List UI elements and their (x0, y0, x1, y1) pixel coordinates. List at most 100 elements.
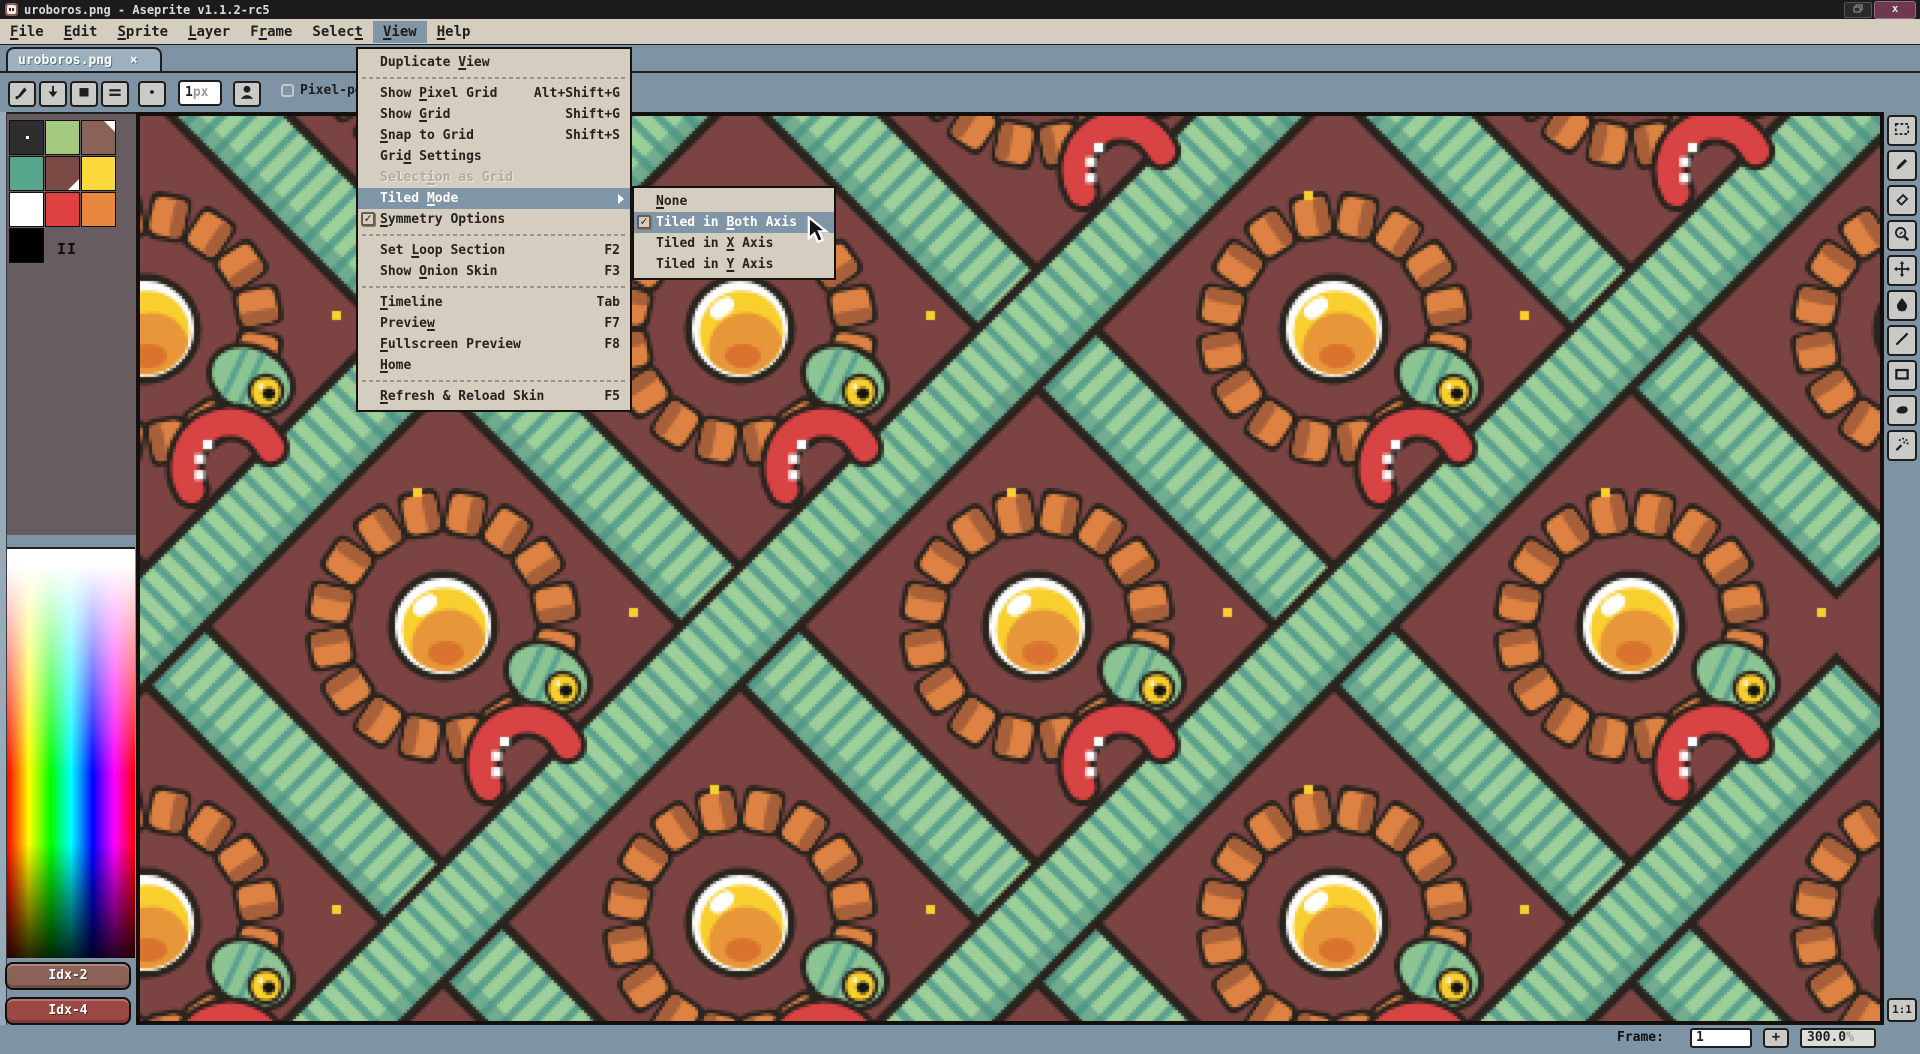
tab-uroboros[interactable]: uroboros.png × (6, 47, 162, 71)
menubar-item-select[interactable]: Select (302, 21, 373, 43)
status-bar: Frame: 1 + 300.0% (0, 1025, 1920, 1054)
pencil-tool-icon (1893, 155, 1911, 177)
view-menu-item-set-loop-section[interactable]: Set Loop SectionF2 (358, 240, 630, 261)
menu-separator (358, 376, 630, 386)
view-menu-item-preview[interactable]: PreviewF7 (358, 313, 630, 334)
pixel-perfect-option[interactable]: Pixel-pe (281, 83, 363, 98)
brush-lines-button[interactable] (101, 81, 129, 107)
checkmark-icon: ✓ (361, 212, 375, 226)
palette-swatch[interactable] (81, 120, 116, 155)
spray-tool-button[interactable] (1887, 430, 1917, 461)
palette-swatch[interactable] (45, 156, 80, 191)
menubar-item-layer[interactable]: Layer (178, 21, 240, 43)
frame-label: Frame: (1617, 1030, 1664, 1045)
rectangular-marquee-tool-button[interactable] (1887, 115, 1917, 146)
background-color-marker (68, 179, 79, 190)
palette-swatch[interactable] (45, 120, 80, 155)
tiled-mode-item-tiled-in-y-axis[interactable]: Tiled in Y Axis (634, 254, 834, 275)
contour-tool-button[interactable] (1887, 395, 1917, 426)
view-menu-item-tiled-mode[interactable]: Tiled Mode (358, 188, 630, 209)
view-menu-item-duplicate-view[interactable]: Duplicate View (358, 52, 630, 73)
palette-swatch[interactable] (81, 192, 116, 227)
menubar-item-help[interactable]: Help (427, 21, 481, 43)
view-menu-item-show-pixel-grid[interactable]: Show Pixel GridAlt+Shift+G (358, 83, 630, 104)
transparent-color-marker (26, 136, 29, 139)
tiled-mode-item-tiled-in-both-axis[interactable]: ✓Tiled in Both Axis (634, 212, 834, 233)
view-menu-item-show-grid[interactable]: Show GridShift+G (358, 104, 630, 125)
palette-swatch[interactable] (9, 156, 44, 191)
idx-2-color-button[interactable]: Idx-2 (5, 962, 131, 990)
submenu-arrow-icon (618, 194, 624, 204)
left-edge-strip (0, 112, 7, 1025)
palette-swatch[interactable] (9, 228, 44, 263)
spray-tool-icon (1893, 435, 1911, 457)
view-menu-item-grid-settings[interactable]: Grid Settings (358, 146, 630, 167)
zoom-1-1-button[interactable]: 1:1 (1887, 998, 1917, 1022)
view-menu-item-symmetry-options[interactable]: ✓Symmetry Options (358, 209, 630, 230)
zoom-level-field[interactable]: 300.0% (1800, 1028, 1876, 1048)
title-bar: uroboros.png - Aseprite v1.1.2-rc5 x (0, 0, 1920, 19)
mouse-cursor-icon (806, 216, 834, 248)
palette-swatch[interactable] (45, 192, 80, 227)
add-frame-button[interactable]: + (1763, 1028, 1789, 1048)
menubar-item-file[interactable]: File (0, 21, 54, 43)
brush-square-button[interactable] (70, 81, 98, 107)
move-tool-icon (1893, 260, 1911, 282)
palette-swatch[interactable] (9, 120, 44, 155)
restore-window-button[interactable] (1844, 2, 1872, 18)
dot-icon (143, 83, 161, 105)
foreground-color-marker (104, 121, 115, 132)
menubar-item-sprite[interactable]: Sprite (107, 21, 178, 43)
menu-separator (358, 230, 630, 240)
pixel-perfect-checkbox[interactable] (281, 84, 294, 97)
view-menu-item-timeline[interactable]: TimelineTab (358, 292, 630, 313)
tool-bar: 1:1 (1884, 112, 1920, 1025)
eraser-tool-icon (1893, 190, 1911, 212)
brush-size-field[interactable]: 1px (178, 80, 222, 106)
tab-close-icon[interactable]: × (130, 53, 138, 68)
idx-4-color-button[interactable]: Idx-4 (5, 997, 131, 1025)
rectangular-marquee-tool-icon (1893, 120, 1911, 142)
ink-button[interactable] (8, 81, 36, 107)
contour-tool-icon (1893, 400, 1911, 422)
brush-dot-button[interactable] (138, 81, 166, 107)
lines-icon (106, 83, 124, 105)
pencil-tool-button[interactable] (1887, 150, 1917, 181)
eyedropper-zoom-tool-button[interactable] (1887, 220, 1917, 251)
rectangle-tool-button[interactable] (1887, 360, 1917, 391)
menubar-item-frame[interactable]: Frame (240, 21, 302, 43)
move-tool-button[interactable] (1887, 255, 1917, 286)
eraser-tool-button[interactable] (1887, 185, 1917, 216)
menu-separator (358, 282, 630, 292)
eyedropper-zoom-tool-icon (1893, 225, 1911, 247)
menubar-item-edit[interactable]: Edit (54, 21, 108, 43)
tab-bar: uroboros.png × (0, 45, 1920, 71)
view-menu-item-refresh-reload-skin[interactable]: Refresh & Reload SkinF5 (358, 386, 630, 407)
tiled-mode-item-tiled-in-x-axis[interactable]: Tiled in X Axis (634, 233, 834, 254)
pixel-perfect-label: Pixel-pe (300, 83, 363, 98)
palette-swatch[interactable] (81, 156, 116, 191)
palette-cursor: II (57, 240, 77, 258)
arrow-down-icon (44, 83, 62, 105)
view-menu-item-home[interactable]: Home (358, 355, 630, 376)
brush-preview-button[interactable] (233, 81, 261, 107)
view-menu-item-selection-as-grid: Selection as Grid (358, 167, 630, 188)
view-menu-item-show-onion-skin[interactable]: Show Onion SkinF3 (358, 261, 630, 282)
checkmark-icon: ✓ (637, 215, 651, 229)
close-window-button[interactable]: x (1874, 1, 1916, 19)
window-title: uroboros.png - Aseprite v1.1.2-rc5 (24, 3, 270, 17)
view-menu-popup: Duplicate View Show Pixel GridAlt+Shift+G… (356, 47, 632, 412)
view-menu-item-snap-to-grid[interactable]: Snap to GridShift+S (358, 125, 630, 146)
palette-swatch[interactable] (9, 192, 44, 227)
line-tool-button[interactable] (1887, 325, 1917, 356)
ink-icon (13, 83, 31, 105)
menubar-item-view[interactable]: View (373, 21, 427, 43)
view-menu-item-fullscreen-preview[interactable]: Fullscreen PreviewF8 (358, 334, 630, 355)
rectangle-tool-icon (1893, 365, 1911, 387)
aseprite-window: uroboros.png - Aseprite v1.1.2-rc5 x Fil… (0, 0, 1920, 1054)
color-spectrum-picker[interactable] (7, 547, 135, 958)
tiled-mode-item-none[interactable]: None (634, 191, 834, 212)
paint-bucket-tool-button[interactable] (1887, 290, 1917, 321)
frame-number-input[interactable]: 1 (1690, 1028, 1752, 1048)
brush-arrow-button[interactable] (39, 81, 67, 107)
